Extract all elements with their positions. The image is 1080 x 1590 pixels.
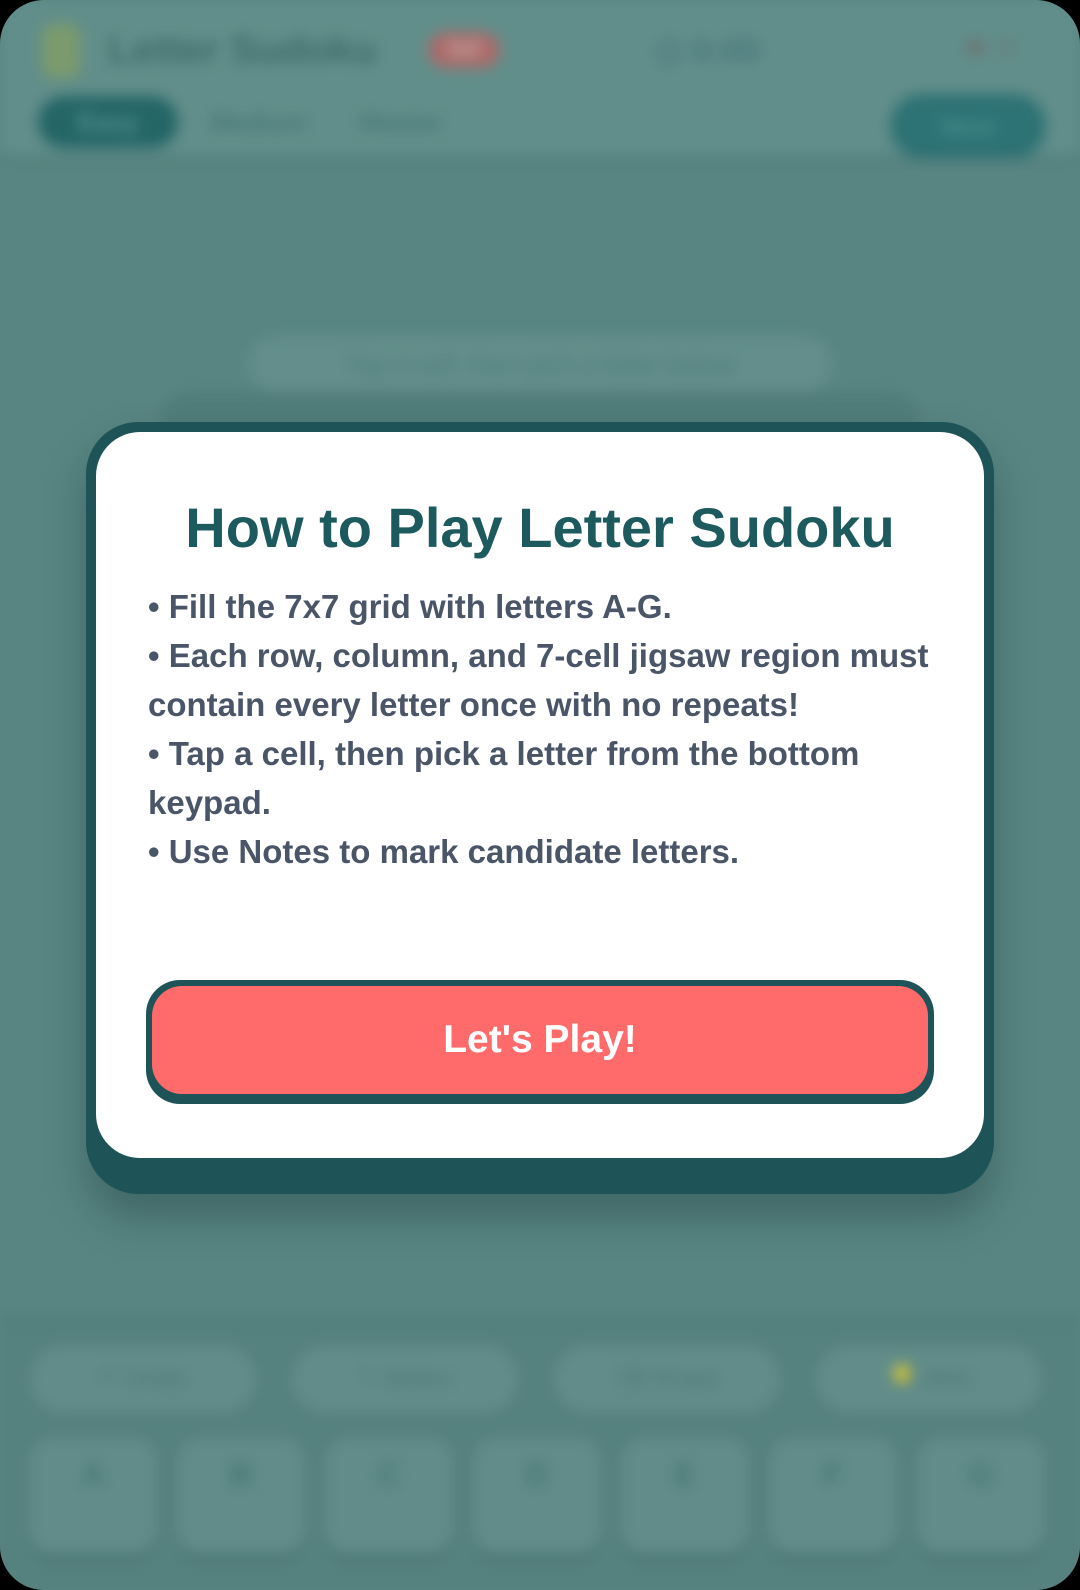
how-to-play-modal: How to Play Letter Sudoku • Fill the 7x7…: [96, 432, 984, 1158]
game-screen: Letter Sudoku 7x7 0:00 ⚑ ? Easy Medium M…: [0, 0, 1080, 1590]
modal-title: How to Play Letter Sudoku: [185, 496, 895, 559]
rule-item: • Use Notes to mark candidate letters.: [148, 833, 740, 870]
rules-list: • Fill the 7x7 grid with letters A-G. • …: [148, 582, 938, 876]
rule-item: • Fill the 7x7 grid with letters A-G.: [148, 588, 672, 625]
rule-item: • Each row, column, and 7-cell jigsaw re…: [148, 637, 929, 723]
lets-play-button[interactable]: Let's Play!: [152, 986, 928, 1094]
rule-item: • Tap a cell, then pick a letter from th…: [148, 735, 860, 821]
